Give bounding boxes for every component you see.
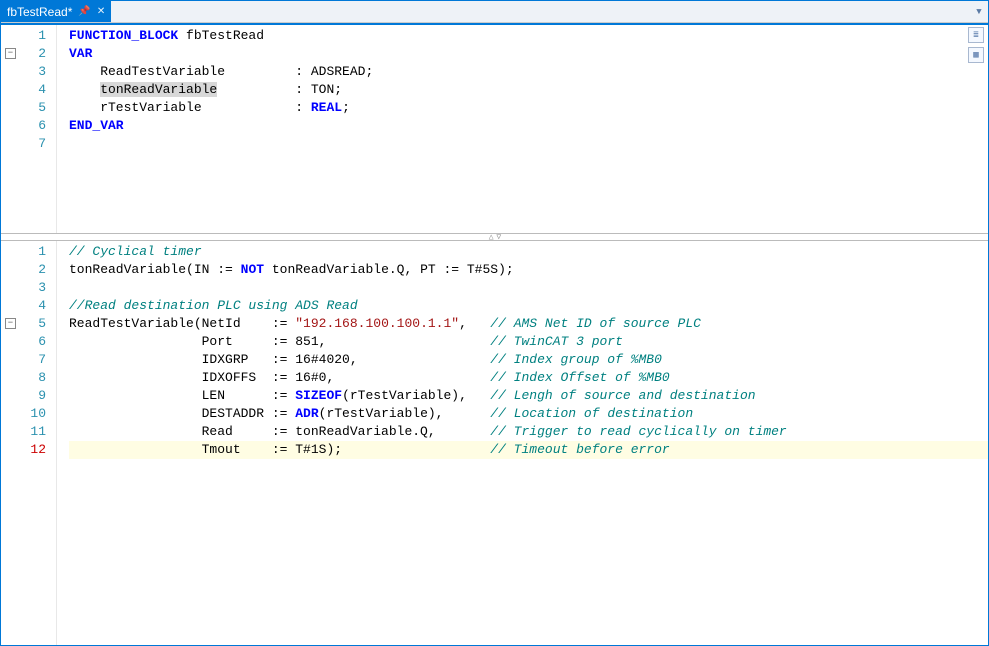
line-number: 12 <box>1 441 46 459</box>
declaration-pane: 12−34567 FUNCTION_BLOCK fbTestReadVAR Re… <box>1 23 988 233</box>
code-line[interactable]: END_VAR <box>69 117 988 135</box>
line-number: 11 <box>1 423 46 441</box>
line-number: 5− <box>1 315 46 333</box>
code-line[interactable]: Read := tonReadVariable.Q, // Trigger to… <box>69 423 988 441</box>
fold-toggle-icon[interactable]: − <box>5 318 16 329</box>
tab-bar: fbTestRead* 📌 ✕ ▼ <box>1 1 988 23</box>
view-mode-text-icon[interactable]: ≣ <box>968 27 984 43</box>
line-gutter-top[interactable]: 12−34567 <box>1 25 57 233</box>
code-line[interactable]: ReadTestVariable(NetId := "192.168.100.1… <box>69 315 988 333</box>
tab-fbtestread[interactable]: fbTestRead* 📌 ✕ <box>1 1 111 22</box>
code-line[interactable]: Port := 851, // TwinCAT 3 port <box>69 333 988 351</box>
line-number: 1 <box>1 243 46 261</box>
line-number: 10 <box>1 405 46 423</box>
close-icon[interactable]: ✕ <box>97 6 105 17</box>
code-area-top: 12−34567 FUNCTION_BLOCK fbTestReadVAR Re… <box>1 23 988 233</box>
code-editor-bottom[interactable]: // Cyclical timertonReadVariable(IN := N… <box>57 241 988 645</box>
line-number: 4 <box>1 297 46 315</box>
code-line[interactable]: Tmout := T#1S); // Timeout before error <box>69 441 988 459</box>
tab-overflow-dropdown[interactable]: ▼ <box>970 1 988 22</box>
code-line[interactable]: ReadTestVariable : ADSREAD; <box>69 63 988 81</box>
pin-icon[interactable]: 📌 <box>78 6 90 17</box>
code-line[interactable]: // Cyclical timer <box>69 243 988 261</box>
line-number: 7 <box>1 135 46 153</box>
code-line[interactable] <box>69 135 988 153</box>
code-line[interactable]: FUNCTION_BLOCK fbTestRead <box>69 27 988 45</box>
code-line[interactable]: //Read destination PLC using ADS Read <box>69 297 988 315</box>
code-line[interactable]: tonReadVariable : TON; <box>69 81 988 99</box>
line-number: 3 <box>1 63 46 81</box>
line-number: 4 <box>1 81 46 99</box>
pane-splitter[interactable]: △ ▽ <box>1 233 988 241</box>
code-line[interactable]: IDXGRP := 16#4020, // Index group of %MB… <box>69 351 988 369</box>
line-number: 6 <box>1 117 46 135</box>
line-number: 3 <box>1 279 46 297</box>
code-line[interactable]: IDXOFFS := 16#0, // Index Offset of %MB0 <box>69 369 988 387</box>
code-editor-top[interactable]: FUNCTION_BLOCK fbTestReadVAR ReadTestVar… <box>57 25 988 233</box>
fold-toggle-icon[interactable]: − <box>5 48 16 59</box>
view-mode-table-icon[interactable]: ▦ <box>968 47 984 63</box>
line-number: 7 <box>1 351 46 369</box>
line-number: 2 <box>1 261 46 279</box>
code-line[interactable] <box>69 279 988 297</box>
editor-wrap: 12−34567 FUNCTION_BLOCK fbTestReadVAR Re… <box>1 23 988 645</box>
tab-title: fbTestRead* <box>7 5 72 19</box>
code-line[interactable]: rTestVariable : REAL; <box>69 99 988 117</box>
code-area-bottom: 12345−6789101112 // Cyclical timertonRea… <box>1 241 988 645</box>
chevron-down-icon: ▼ <box>976 7 981 17</box>
code-line[interactable]: DESTADDR := ADR(rTestVariable), // Locat… <box>69 405 988 423</box>
code-line[interactable]: tonReadVariable(IN := NOT tonReadVariabl… <box>69 261 988 279</box>
code-line[interactable]: LEN := SIZEOF(rTestVariable), // Lengh o… <box>69 387 988 405</box>
code-line[interactable]: VAR <box>69 45 988 63</box>
line-gutter-bottom[interactable]: 12345−6789101112 <box>1 241 57 645</box>
line-number: 5 <box>1 99 46 117</box>
line-number: 9 <box>1 387 46 405</box>
view-mode-icons: ≣▦ <box>968 27 984 63</box>
line-number: 2− <box>1 45 46 63</box>
implementation-pane: 12345−6789101112 // Cyclical timertonRea… <box>1 241 988 645</box>
line-number: 6 <box>1 333 46 351</box>
line-number: 1 <box>1 27 46 45</box>
line-number: 8 <box>1 369 46 387</box>
